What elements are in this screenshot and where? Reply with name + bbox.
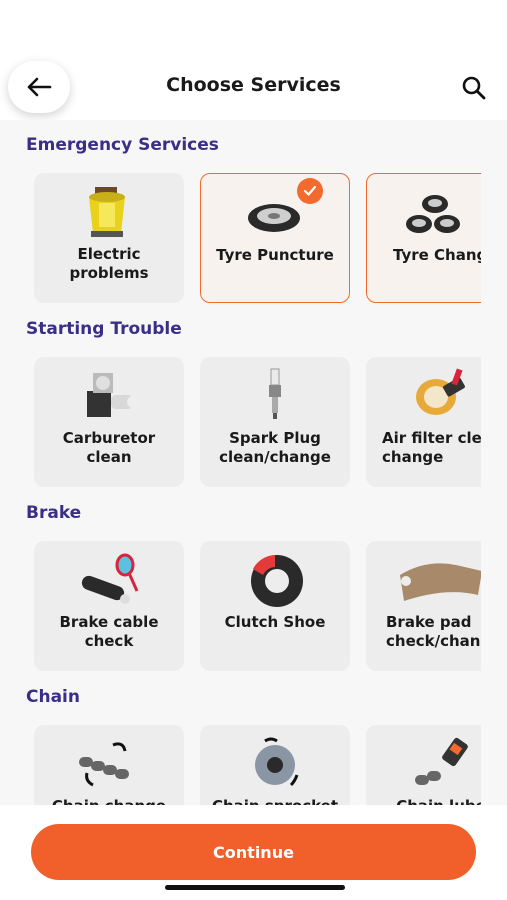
service-card-tyre-change[interactable]: Tyre Chang [366,173,481,303]
brake-pad-icon [396,551,481,609]
service-label: Spark Plug clean/change [219,429,331,466]
tyres-icon [405,184,465,242]
carburetor-icon [79,367,139,425]
service-card-chain-change[interactable]: Chain change [34,725,184,805]
service-card-tyre-puncture[interactable]: Tyre Puncture [200,173,350,303]
spark-plug-icon [245,367,305,425]
service-card-chain-lube[interactable]: Chain lube [366,725,481,805]
service-label: Electric problems [69,245,149,282]
service-card-chain-sprocket[interactable]: Chain sprocket [200,725,350,805]
chain-icon [79,735,139,793]
service-card-brake-pad[interactable]: Brake pad check/chang [366,541,481,671]
search-button[interactable] [458,72,490,104]
electric-icon [79,183,139,241]
service-label: Brake cable check [59,613,159,650]
search-icon [462,76,486,100]
clutch-shoe-icon [245,551,305,609]
service-row-chain[interactable]: Chain change Chain sprocket Chain lube [34,725,481,805]
service-card-carburetor-clean[interactable]: Carburetor clean [34,357,184,487]
chain-lube-icon [411,735,471,793]
service-label: Chain change [34,797,184,805]
service-label: Carburetor clean [62,429,156,466]
section-title-brake: Brake [26,503,82,523]
service-card-spark-plug[interactable]: Spark Plug clean/change [200,357,350,487]
service-card-clutch-shoe[interactable]: Clutch Shoe [200,541,350,671]
service-card-air-filter[interactable]: Air filter clea change [366,357,481,487]
home-indicator [165,885,345,890]
section-title-chain: Chain [26,687,80,707]
service-label: Chain sprocket [200,797,350,805]
service-label: Clutch Shoe [224,613,326,631]
brake-cable-icon [79,551,139,609]
service-label: Brake pad check/chang [386,613,481,650]
air-filter-icon [410,367,470,425]
services-list[interactable]: Emergency Services Electric problems Tyr… [0,120,507,805]
sprocket-icon [245,735,305,793]
service-label: Chain lube [366,797,481,805]
section-title-starting-trouble: Starting Trouble [26,319,182,339]
service-row-starting-trouble[interactable]: Carburetor clean Spark Plug clean/change… [34,357,481,489]
service-card-electric-problems[interactable]: Electric problems [34,173,184,303]
selected-check-icon [297,178,323,204]
service-card-brake-cable[interactable]: Brake cable check [34,541,184,671]
section-title-emergency: Emergency Services [26,135,219,155]
service-row-brake[interactable]: Brake cable check Clutch Shoe Brake pad … [34,541,481,673]
service-label: Tyre Puncture [216,246,334,264]
header: Choose Services [0,0,507,120]
service-row-emergency[interactable]: Electric problems Tyre Puncture Tyre Cha… [34,173,481,305]
service-label: Air filter clea change [382,429,481,466]
page-title: Choose Services [166,74,341,96]
continue-button[interactable]: Continue [31,824,476,880]
service-label: Tyre Chang [393,246,481,264]
